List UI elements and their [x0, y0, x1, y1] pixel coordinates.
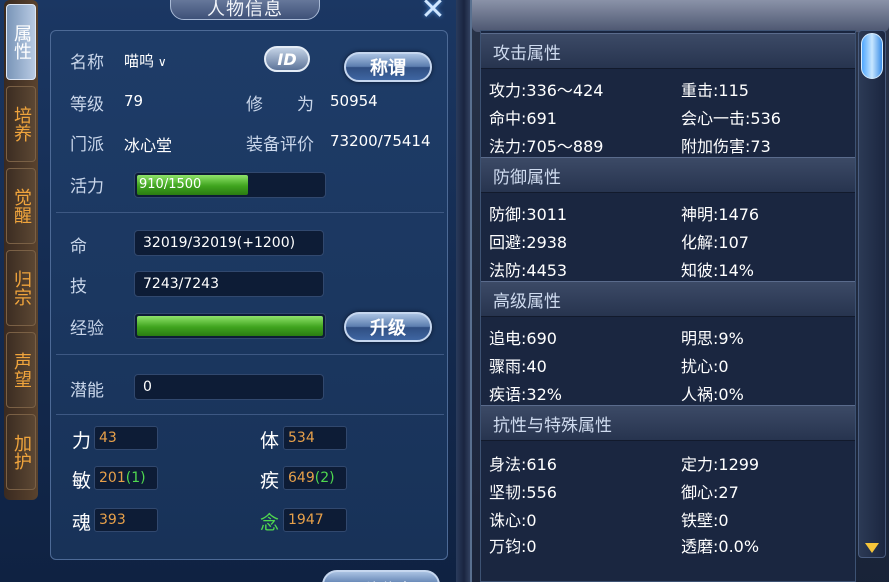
- stat-evasion: 回避:2938: [489, 233, 568, 252]
- resist-section-header: 抗性与特殊属性: [481, 405, 855, 441]
- constitution-label: 体: [260, 430, 280, 452]
- defense-section-header: 防御属性: [481, 157, 855, 193]
- vitality-value: 910/1500: [139, 177, 202, 192]
- stat-swift-speech: 疾语:32%: [489, 385, 562, 404]
- bottom-button[interactable]: 图片信息: [322, 570, 440, 582]
- stat-iron-wall: 铁壁:0: [681, 511, 729, 530]
- stat-downpour: 骤雨:40: [489, 357, 547, 376]
- stat-mind-guard: 御心:27: [681, 483, 739, 502]
- tab-reputation[interactable]: 声望: [6, 332, 36, 408]
- tab-awakening[interactable]: 觉醒: [6, 168, 36, 244]
- strength-value: 43: [94, 426, 158, 450]
- skill-points-label: 技: [70, 277, 87, 297]
- cultivation-value: 50954: [330, 92, 378, 110]
- level-up-button[interactable]: 升级: [344, 312, 432, 342]
- potential-value: 0: [134, 374, 324, 400]
- stat-attack-power: 攻力:336～424: [489, 81, 604, 100]
- divider: [56, 414, 444, 415]
- stat-disrupt: 扰心:0: [681, 357, 729, 376]
- stat-heart-pierce: 诛心:0: [489, 511, 537, 530]
- vitality-bar: 910/1500: [134, 172, 326, 198]
- side-tab-bar: 属性 培养 觉醒 归宗 声望 加护: [4, 0, 38, 500]
- window-title: 人物信息: [207, 0, 283, 20]
- speed-value: 649 (2): [283, 466, 347, 490]
- level-label: 等级: [70, 95, 104, 115]
- window-title-plate: 人物信息: [170, 0, 320, 20]
- stat-insight: 知彼:14%: [681, 261, 754, 280]
- speed-label: 疾: [260, 470, 280, 492]
- scrollbar-thumb[interactable]: [861, 33, 883, 79]
- stat-defense: 防御:3011: [489, 205, 568, 224]
- soul-label: 魂: [72, 512, 92, 534]
- tab-training[interactable]: 培养: [6, 86, 36, 162]
- stats-scrollbar[interactable]: [858, 30, 886, 558]
- constitution-value: 534: [283, 426, 347, 450]
- exp-bar: [134, 313, 326, 339]
- stats-list: 攻击属性 攻力:336～424 重击:115 命中:691 会心一击:536 法…: [480, 30, 856, 582]
- name-value: 喵呜 ∨: [124, 52, 167, 70]
- mind-label: 念: [260, 512, 280, 534]
- exp-bar-fill: [137, 316, 323, 336]
- stat-chase-lightning: 追电:690: [489, 329, 557, 348]
- sect-value: 冰心堂: [124, 136, 173, 155]
- vitality-label: 活力: [70, 177, 104, 197]
- name-label: 名称: [70, 53, 104, 73]
- stat-penetration: 透磨:0.0%: [681, 537, 760, 556]
- agility-value: 201 (1): [94, 466, 158, 490]
- strength-label: 力: [72, 430, 92, 452]
- soul-value: 393: [94, 508, 158, 532]
- speed-bonus: (2): [314, 470, 335, 486]
- exp-label: 经验: [70, 319, 104, 339]
- divider: [56, 354, 444, 355]
- stat-heavy-strike: 重击:115: [681, 81, 749, 100]
- agility-label: 敏: [72, 470, 92, 492]
- skill-points-value: 7243/7243: [134, 271, 324, 297]
- stat-critical: 会心一击:536: [681, 109, 781, 128]
- hp-value: 32019/32019(+1200): [134, 230, 324, 256]
- gear-score-value: 73200/75414: [330, 132, 431, 150]
- stat-composure: 定力:1299: [681, 455, 760, 474]
- tab-attributes[interactable]: 属性: [6, 4, 36, 80]
- stat-toughness: 坚韧:556: [489, 483, 557, 502]
- id-button[interactable]: ID: [264, 46, 310, 72]
- stat-dissolve: 化解:107: [681, 233, 749, 252]
- stat-clarity: 明思:9%: [681, 329, 744, 348]
- stats-window-frame: [472, 0, 889, 32]
- title-button[interactable]: 称谓: [344, 52, 432, 82]
- divider: [56, 212, 444, 213]
- hp-label: 命: [70, 237, 87, 257]
- attack-section-header: 攻击属性: [481, 33, 855, 69]
- sect-label: 门派: [70, 135, 104, 155]
- potential-label: 潜能: [70, 381, 104, 401]
- stat-divine: 神明:1476: [681, 205, 760, 224]
- scroll-down-arrow-icon[interactable]: [865, 543, 879, 553]
- stat-bonus-damage: 附加伤害:73: [681, 137, 771, 156]
- stat-magic-defense: 法防:4453: [489, 261, 568, 280]
- level-value: 79: [124, 92, 144, 110]
- agility-bonus: (1): [125, 470, 146, 486]
- mind-value: 1947: [283, 508, 347, 532]
- close-icon[interactable]: ✕: [418, 0, 448, 27]
- advanced-section-header: 高级属性: [481, 281, 855, 317]
- cultivation-label: 修 为: [246, 95, 314, 115]
- stat-calamity: 人祸:0%: [681, 385, 744, 404]
- stat-magic-power: 法力:705～889: [489, 137, 604, 156]
- stat-footwork: 身法:616: [489, 455, 557, 474]
- tab-return[interactable]: 归宗: [6, 250, 36, 326]
- gear-score-label: 装备评价: [246, 135, 314, 155]
- stat-accuracy: 命中:691: [489, 109, 557, 128]
- stat-ten-thousand: 万钧:0: [489, 537, 537, 556]
- tab-blessing[interactable]: 加护: [6, 414, 36, 490]
